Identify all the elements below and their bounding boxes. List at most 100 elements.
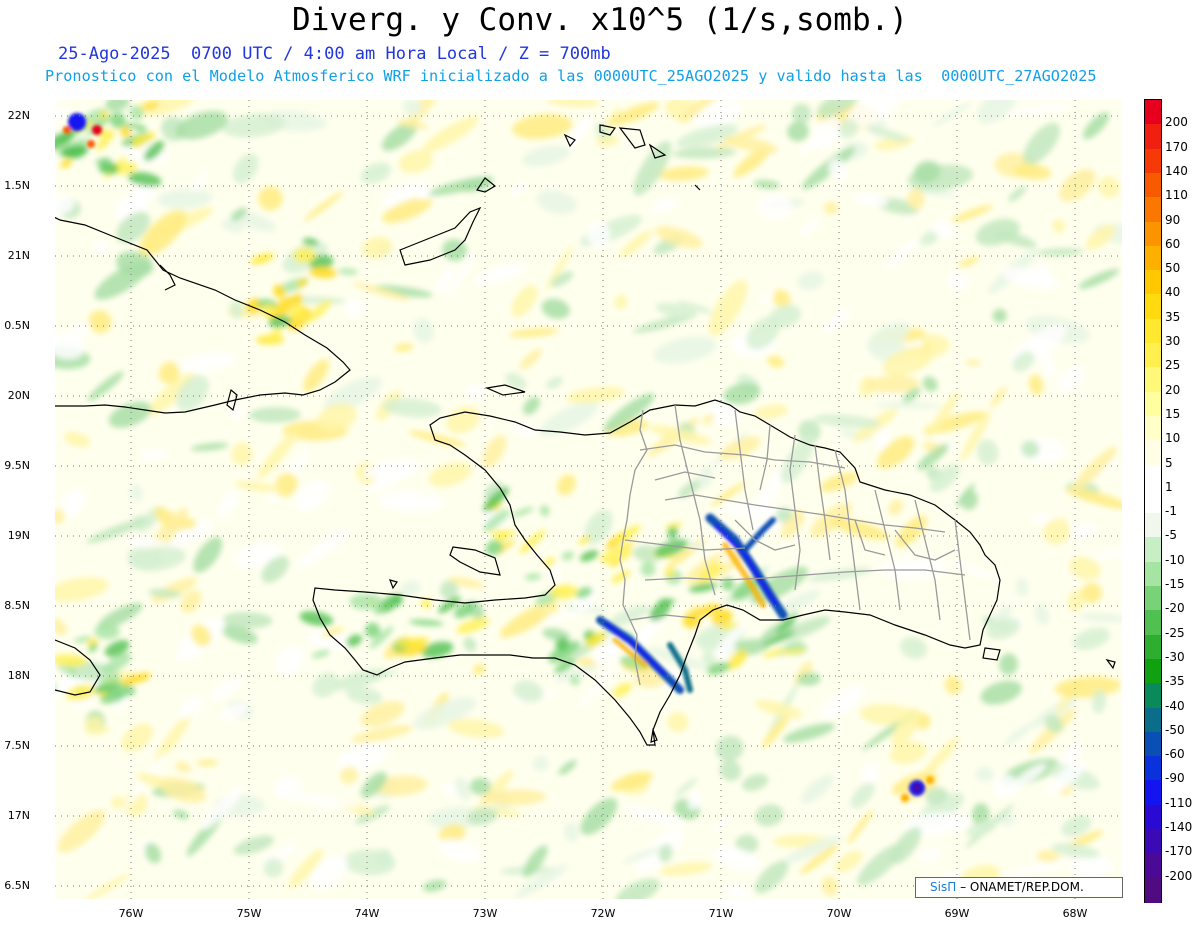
colorbar-label: 1 xyxy=(1165,479,1173,494)
colorbar-label: 60 xyxy=(1165,236,1181,251)
colorbar-label: -90 xyxy=(1165,771,1185,786)
colorbar xyxy=(1144,99,1162,903)
lon-label: 76W xyxy=(118,907,144,920)
lon-label: 75W xyxy=(236,907,262,920)
colorbar-segment xyxy=(1145,829,1161,854)
lat-label: 8.5N xyxy=(4,599,30,612)
colorbar-label: -170 xyxy=(1165,844,1193,859)
colorbar-label: -5 xyxy=(1165,528,1177,543)
field-blob xyxy=(94,623,120,640)
credit-text: – ONAMET/REP.DOM. xyxy=(960,880,1084,894)
lat-label: 20N xyxy=(7,389,30,402)
colorbar-label: 35 xyxy=(1165,309,1181,324)
colorbar-label: -50 xyxy=(1165,722,1185,737)
colorbar-segment xyxy=(1145,513,1161,539)
colorbar-label: 25 xyxy=(1165,358,1181,373)
model-run-subtitle: Pronostico con el Modelo Atmosferico WRF… xyxy=(45,67,1097,85)
colorbar-segment xyxy=(1145,488,1161,514)
colorbar-segment xyxy=(1145,707,1161,733)
colorbar-label: 50 xyxy=(1165,261,1181,276)
colorbar-label: 170 xyxy=(1165,139,1188,154)
colorbar-label: -15 xyxy=(1165,577,1185,592)
field-blob xyxy=(196,759,218,766)
colorbar-label: -60 xyxy=(1165,747,1185,762)
chart-title: Diverg. y Conv. x10^5 (1/s,somb.) xyxy=(292,2,908,38)
field-blob xyxy=(1036,850,1060,863)
lon-label: 71W xyxy=(708,907,734,920)
colorbar-segment xyxy=(1145,804,1161,830)
colorbar-segment xyxy=(1145,877,1161,903)
colorbar-segment xyxy=(1145,148,1161,174)
lon-label: 72W xyxy=(590,907,616,920)
colorbar-label: -10 xyxy=(1165,552,1185,567)
credit-box: SisΠ – ONAMET/REP.DOM. xyxy=(915,877,1123,898)
colorbar-segment xyxy=(1145,658,1161,684)
colorbar-segment xyxy=(1145,318,1161,344)
colorbar-label: -1 xyxy=(1165,504,1177,519)
colorbar-label: -40 xyxy=(1165,698,1185,713)
colorbar-segment xyxy=(1145,440,1161,466)
colorbar-segment xyxy=(1145,100,1161,125)
lat-label: 22N xyxy=(7,109,30,122)
colorbar-segment xyxy=(1145,731,1161,757)
valid-time-subtitle: 25-Ago-2025 0700 UTC / 4:00 am Hora Loca… xyxy=(58,44,611,64)
colorbar-segment xyxy=(1145,124,1161,150)
lat-label: 17N xyxy=(7,809,30,822)
lat-label: 21N xyxy=(7,249,30,262)
colorbar-label: -110 xyxy=(1165,795,1193,810)
lat-label: 1.5N xyxy=(4,179,30,192)
colorbar-segment xyxy=(1145,780,1161,806)
lat-label: 0.5N xyxy=(4,319,30,332)
lon-label: 74W xyxy=(354,907,380,920)
colorbar-segment xyxy=(1145,464,1161,490)
colorbar-segment xyxy=(1145,683,1161,709)
lon-label: 73W xyxy=(472,907,498,920)
colorbar-segment xyxy=(1145,270,1161,295)
colorbar-label: 90 xyxy=(1165,212,1181,227)
field-blob xyxy=(860,763,881,784)
colorbar-segment xyxy=(1145,561,1161,587)
colorbar-label: -200 xyxy=(1165,868,1193,883)
colorbar-label: -25 xyxy=(1165,625,1185,640)
colorbar-segment xyxy=(1145,634,1161,660)
colorbar-label: 40 xyxy=(1165,285,1181,300)
colorbar-segment xyxy=(1145,391,1161,417)
colorbar-segment xyxy=(1145,610,1161,636)
colorbar-label: -140 xyxy=(1165,820,1193,835)
colorbar-label: 30 xyxy=(1165,334,1181,349)
colorbar-segment xyxy=(1145,221,1161,247)
colorbar-segment xyxy=(1145,245,1161,271)
colorbar-label: 10 xyxy=(1165,431,1181,446)
colorbar-label: 15 xyxy=(1165,406,1181,421)
colorbar-label: 5 xyxy=(1165,455,1173,470)
colorbar-segment xyxy=(1145,853,1161,879)
nw-convergence-cell xyxy=(68,113,86,131)
colorbar-segment xyxy=(1145,343,1161,368)
lon-label: 70W xyxy=(826,907,852,920)
sispi-logo: SisΠ xyxy=(930,880,957,894)
field-blob xyxy=(658,598,676,604)
colorbar-label: -30 xyxy=(1165,649,1185,664)
field-blob xyxy=(293,247,316,264)
colorbar-segment xyxy=(1145,586,1161,611)
colorbar-label: 140 xyxy=(1165,163,1188,178)
colorbar-label: -35 xyxy=(1165,674,1185,689)
colorbar-label: -20 xyxy=(1165,601,1185,616)
lon-label: 69W xyxy=(944,907,970,920)
forecast-map xyxy=(55,100,1122,899)
lat-label: 19N xyxy=(7,529,30,542)
colorbar-segment xyxy=(1145,172,1161,198)
colorbar-label: 200 xyxy=(1165,115,1188,130)
lat-label: 6.5N xyxy=(4,879,30,892)
colorbar-segment xyxy=(1145,756,1161,782)
lat-label: 7.5N xyxy=(4,739,30,752)
nw-divergence-cell xyxy=(92,125,102,135)
colorbar-segment xyxy=(1145,197,1161,223)
colorbar-label: 110 xyxy=(1165,188,1188,203)
colorbar-segment xyxy=(1145,294,1161,320)
colorbar-segment xyxy=(1145,367,1161,393)
lon-label: 68W xyxy=(1062,907,1088,920)
colorbar-segment xyxy=(1145,415,1161,441)
lat-label: 9.5N xyxy=(4,459,30,472)
lat-label: 18N xyxy=(7,669,30,682)
